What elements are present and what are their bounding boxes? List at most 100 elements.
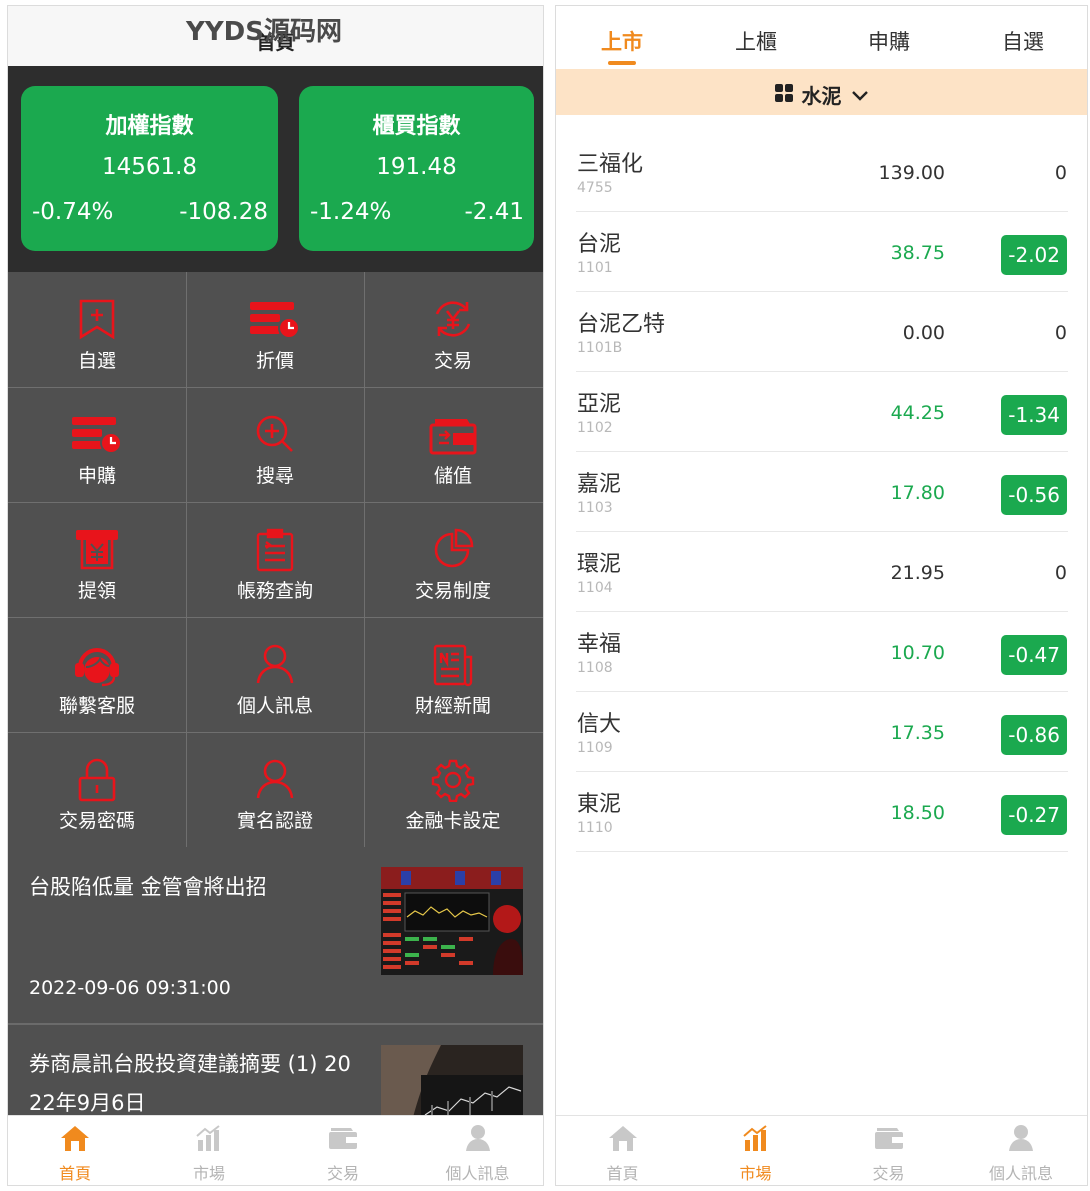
stock-name: 東泥 — [577, 792, 622, 817]
tab-label: 市場 — [739, 1164, 772, 1183]
tab-profile[interactable]: 個人訊息 — [410, 1116, 543, 1185]
grid-divider — [8, 732, 543, 733]
tab-trade[interactable]: 交易 — [822, 1116, 955, 1185]
news-item[interactable]: 台股陷低量 金管會將出招 2022-09-06 09:31:00 — [8, 847, 543, 1023]
tab-ipo[interactable]: 申購 — [868, 26, 910, 56]
grid-item-deposit[interactable]: 儲值 — [364, 387, 542, 502]
stock-code: 1104 — [577, 580, 613, 596]
grid-divider — [8, 502, 543, 503]
tab-listed[interactable]: 上市 — [601, 26, 643, 56]
grid-item-label: 財經新聞 — [414, 695, 491, 717]
stock-change-badge: -0.86 — [1001, 715, 1067, 755]
stock-name: 亞泥 — [577, 392, 622, 417]
grid-item-account[interactable]: 帳務查詢 — [186, 502, 364, 617]
grid-item-verify[interactable]: 實名認證 — [186, 732, 364, 847]
grid-item-discount[interactable]: 折價 — [186, 272, 364, 387]
stock-code: 1110 — [577, 820, 613, 836]
lock-icon — [8, 758, 186, 802]
grid-item-rules[interactable]: 交易制度 — [364, 502, 542, 617]
market-segment-tabs: 上市 上櫃 申購 自選 — [556, 6, 1087, 69]
news-item[interactable]: 券商晨訊台股投資建議摘要 (1) 20 22年9月6日 — [8, 1025, 543, 1125]
stock-change: 0 — [1054, 162, 1067, 184]
grid-item-label: 聯繫客服 — [58, 695, 135, 717]
tab-watchlist[interactable]: 自選 — [1002, 26, 1044, 56]
stock-name: 三福化 — [577, 152, 644, 177]
stock-row[interactable]: 亞泥 1102 44.25 -1.34 — [576, 372, 1068, 452]
news-icon — [364, 643, 542, 687]
stock-row[interactable]: 台泥乙特 1101B 0.00 0 — [576, 292, 1068, 372]
news-title-line-1: 券商晨訊台股投資建議摘要 (1) 20 — [29, 1052, 351, 1076]
tab-otc[interactable]: 上櫃 — [735, 26, 777, 56]
bottom-tab-bar: 首頁 市場 交易 個人訊息 — [556, 1115, 1087, 1185]
grid-item-support[interactable]: 聯繫客服 — [8, 617, 186, 732]
index-change: -108.28 — [179, 199, 268, 225]
clipboard-icon — [186, 528, 364, 572]
grid-item-profile[interactable]: 個人訊息 — [186, 617, 364, 732]
stock-row[interactable]: 嘉泥 1103 17.80 -0.56 — [576, 452, 1068, 532]
grid-item-watchlist[interactable]: 自選 — [8, 272, 186, 387]
grid-item-card-settings[interactable]: 金融卡設定 — [364, 732, 542, 847]
tab-label: 首頁 — [606, 1164, 639, 1183]
grid-item-trade[interactable]: 交易 — [364, 272, 542, 387]
pie-icon — [364, 528, 542, 570]
grid-item-withdraw[interactable]: 提領 — [8, 502, 186, 617]
tab-home[interactable]: 首頁 — [556, 1116, 689, 1185]
tab-market[interactable]: 市場 — [142, 1116, 276, 1185]
tab-label: 首頁 — [58, 1164, 91, 1183]
subscribe-icon — [8, 413, 186, 455]
tab-trade[interactable]: 交易 — [276, 1116, 410, 1185]
home-icon — [8, 1124, 142, 1152]
yen-exchange-icon — [364, 298, 542, 340]
grid-item-label: 個人訊息 — [236, 695, 313, 717]
stock-change-badge: -2.02 — [1001, 235, 1067, 275]
grid-divider — [364, 272, 365, 847]
tab-home[interactable]: 首頁 — [8, 1116, 142, 1185]
stock-name: 環泥 — [577, 552, 622, 577]
grid-item-subscribe[interactable]: 申購 — [8, 387, 186, 502]
grid-item-news[interactable]: 財經新聞 — [364, 617, 542, 732]
tab-label: 交易 — [872, 1164, 905, 1183]
verified-user-icon — [186, 758, 364, 800]
tab-label: 市場 — [192, 1164, 225, 1183]
stock-code: 1101B — [577, 340, 623, 356]
sector-filter[interactable]: 水泥 — [556, 69, 1087, 115]
index-value: 191.48 — [376, 154, 457, 180]
stock-row[interactable]: 三福化 4755 139.00 0 — [576, 132, 1068, 212]
stock-row[interactable]: 幸福 1108 10.70 -0.47 — [576, 612, 1068, 692]
stock-change-badge: -0.56 — [1001, 475, 1067, 515]
tab-label: 交易 — [326, 1164, 359, 1183]
grid-item-label: 金融卡設定 — [405, 810, 501, 832]
grid-item-label: 帳務查詢 — [236, 580, 313, 602]
stock-name: 信大 — [577, 712, 622, 737]
wallet-icon — [822, 1124, 955, 1150]
stock-row[interactable]: 東泥 1110 18.50 -0.27 — [576, 772, 1068, 852]
wallet-icon — [364, 413, 542, 455]
index-change: -2.41 — [464, 199, 524, 225]
stock-row[interactable]: 環泥 1104 21.95 0 — [576, 532, 1068, 612]
tab-label: 個人訊息 — [445, 1164, 510, 1183]
index-value: 14561.8 — [101, 154, 198, 180]
tab-profile[interactable]: 個人訊息 — [955, 1116, 1087, 1185]
news-time: 2022-09-06 09:31:00 — [29, 977, 231, 999]
user-icon — [955, 1124, 1087, 1152]
grid-item-password[interactable]: 交易密碼 — [8, 732, 186, 847]
grid-divider — [8, 617, 543, 618]
index-card-taiex[interactable]: 加權指數 14561.8 -0.74% -108.28 — [21, 86, 278, 251]
stock-name: 幸福 — [577, 632, 622, 657]
active-tab-indicator — [608, 61, 636, 65]
stock-code: 1109 — [577, 740, 613, 756]
tab-market[interactable]: 市場 — [689, 1116, 822, 1185]
bar-chart-icon — [689, 1124, 822, 1152]
market-screen: 上市 上櫃 申購 自選 水泥 三福化 4755 139.00 0 台泥 1101… — [555, 5, 1088, 1186]
grid-item-search[interactable]: 搜尋 — [186, 387, 364, 502]
news-thumbnail — [381, 1045, 523, 1125]
stock-row[interactable]: 信大 1109 17.35 -0.86 — [576, 692, 1068, 772]
index-card-otc[interactable]: 櫃買指數 191.48 -1.24% -2.41 — [299, 86, 534, 251]
stock-change-badge: -0.47 — [1001, 635, 1067, 675]
stock-code: 1108 — [577, 660, 613, 676]
stock-code: 1103 — [577, 500, 613, 516]
stock-change-badge: -0.27 — [1001, 795, 1067, 835]
headset-icon — [8, 643, 186, 687]
stock-row[interactable]: 台泥 1101 38.75 -2.02 — [576, 212, 1068, 292]
grid-item-label: 儲值 — [433, 465, 472, 487]
